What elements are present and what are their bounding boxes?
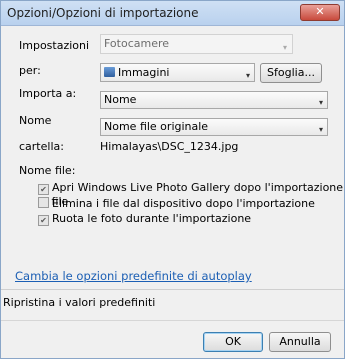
import-to-select[interactable]: Nome ▾ xyxy=(100,91,328,109)
change-autoplay-defaults-link[interactable]: Cambia le opzioni predefinite di autopla… xyxy=(15,269,252,283)
browse-button-label: Sfoglia... xyxy=(267,66,315,79)
checkbox-checked-icon[interactable]: ✔ xyxy=(38,184,49,195)
file-name-label: Nome file: xyxy=(19,164,76,177)
import-to-value: Nome xyxy=(104,93,137,106)
folder-name-example: Himalayas\DSC_1234.jpg xyxy=(100,140,239,153)
dialog-title: Opzioni/Opzioni di importazione xyxy=(7,6,199,20)
folder-name-value: Nome file originale xyxy=(104,120,209,133)
option-rotate-photos[interactable]: ✔ Ruota le foto durante l'importazione xyxy=(38,212,251,226)
pictures-folder-icon xyxy=(104,67,115,77)
device-type-select: Fotocamere ▾ xyxy=(100,34,293,54)
title-bar: Opzioni/Opzioni di importazione ✕ xyxy=(1,1,344,26)
divider xyxy=(1,289,344,290)
button-bar: OK Annulla xyxy=(1,320,344,358)
cancel-button-label: Annulla xyxy=(279,335,321,348)
import-options-dialog: Opzioni/Opzioni di importazione ✕ Impost… xyxy=(0,0,345,359)
checkbox-checked-icon[interactable]: ✔ xyxy=(38,215,49,226)
option-delete-after-import[interactable]: Elimina i file dal dispositivo dopo l'im… xyxy=(38,197,315,211)
folder-name-select[interactable]: Nome file originale ▾ xyxy=(100,118,328,136)
chevron-down-icon: ▾ xyxy=(318,125,323,134)
source-select[interactable]: Immagini ▾ xyxy=(100,63,255,82)
ok-button[interactable]: OK xyxy=(203,332,263,352)
ok-button-label: OK xyxy=(225,335,241,348)
settings-for-label-line2: per: xyxy=(19,64,41,77)
close-icon: ✕ xyxy=(315,5,325,18)
settings-for-label-line1: Impostazioni xyxy=(19,39,90,52)
device-type-value: Fotocamere xyxy=(104,37,170,50)
checkbox-icon[interactable] xyxy=(38,197,49,208)
source-value: Immagini xyxy=(118,66,170,79)
option-label: Elimina i file dal dispositivo dopo l'im… xyxy=(52,197,315,210)
import-to-label: Importa a: xyxy=(19,87,77,100)
option-label: Ruota le foto durante l'importazione xyxy=(52,212,252,225)
chevron-down-icon: ▾ xyxy=(245,71,250,80)
browse-button[interactable]: Sfoglia... xyxy=(260,63,322,83)
close-button[interactable]: ✕ xyxy=(300,4,340,21)
chevron-down-icon: ▾ xyxy=(282,43,287,52)
cancel-button[interactable]: Annulla xyxy=(269,332,331,352)
chevron-down-icon: ▾ xyxy=(318,98,323,107)
option-open-gallery[interactable]: ✔ Apri Windows Live Photo Gallery dopo l'… xyxy=(38,181,344,208)
restore-defaults-link[interactable]: Ripristina i valori predefiniti xyxy=(3,296,155,309)
folder-name-label-line2: cartella: xyxy=(19,140,64,153)
folder-name-label-line1: Nome xyxy=(19,114,52,127)
